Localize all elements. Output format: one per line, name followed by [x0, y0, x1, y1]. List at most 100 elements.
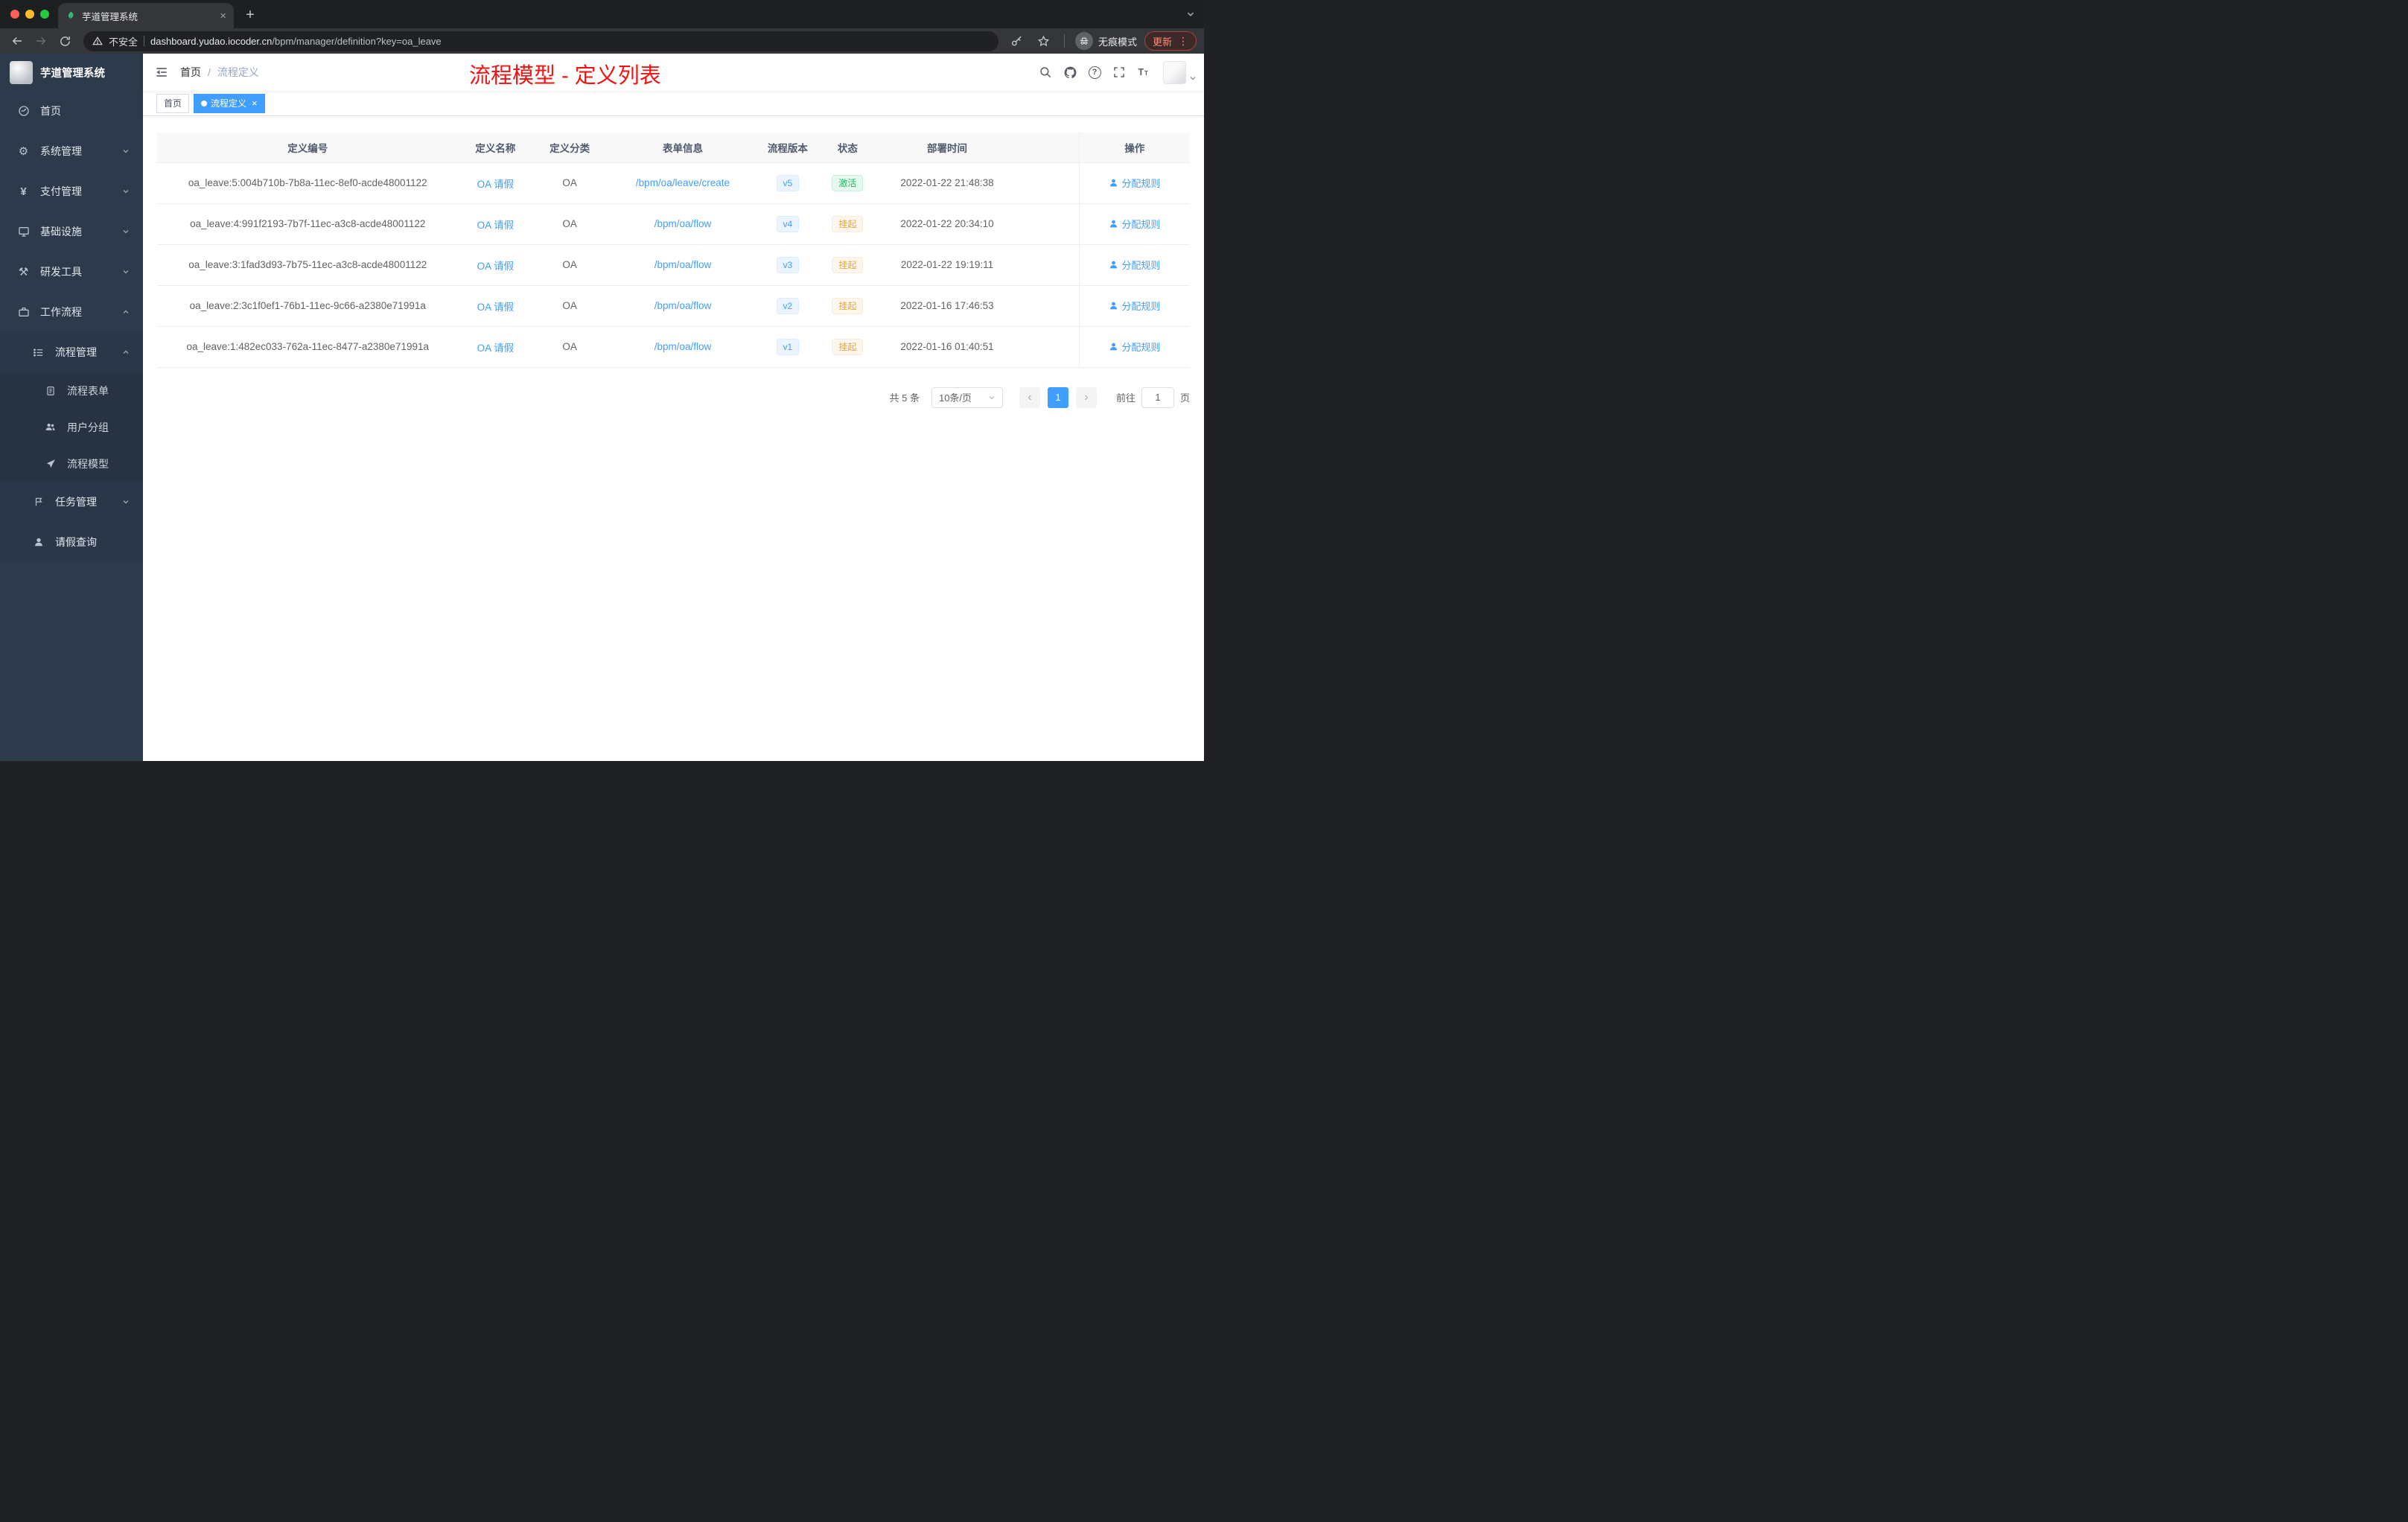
avatar[interactable]: [1163, 60, 1186, 84]
sidebar-item-workflow[interactable]: 工作流程: [0, 292, 143, 332]
form-link[interactable]: /bpm/oa/flow: [654, 259, 712, 270]
browser-tab[interactable]: 芋道管理系统 ×: [58, 3, 234, 28]
sidebar-item-label: 流程管理: [55, 346, 97, 358]
task-icon: [31, 497, 45, 507]
tab-search-icon[interactable]: [1186, 10, 1195, 19]
sidebar-item-label: 支付管理: [40, 185, 82, 197]
sidebar-item-payment[interactable]: ¥ 支付管理: [0, 171, 143, 211]
font-size-icon[interactable]: TT: [1134, 63, 1153, 82]
tab-close-icon[interactable]: ×: [220, 10, 226, 22]
active-dot: [201, 100, 208, 106]
search-icon[interactable]: [1036, 63, 1055, 82]
gear-icon: ⚙: [18, 144, 29, 158]
breadcrumb-home[interactable]: 首页: [180, 65, 201, 80]
chevron-down-icon: [122, 498, 130, 506]
update-button[interactable]: 更新 ⋮: [1144, 31, 1197, 51]
breadcrumb: 首页 / 流程定义: [180, 65, 259, 80]
sidebar-item-label: 首页: [40, 105, 61, 117]
form-link[interactable]: /bpm/oa/flow: [654, 218, 712, 229]
page-url[interactable]: dashboard.yudao.iocoder.cn/bpm/manager/d…: [150, 36, 442, 47]
form-link[interactable]: /bpm/oa/flow: [654, 341, 712, 352]
sidebar-fold-icon[interactable]: [143, 65, 180, 80]
prev-page-button[interactable]: ‹: [1019, 386, 1040, 408]
user-icon: [1110, 261, 1118, 269]
assign-rule-link[interactable]: 分配规则: [1109, 176, 1160, 190]
tag-process-definition[interactable]: 流程定义 ×: [194, 93, 265, 113]
dashboard-icon: [16, 105, 31, 117]
version-badge: v3: [776, 256, 800, 273]
definition-name-link[interactable]: OA 请假: [477, 220, 515, 231]
bookmark-star-icon[interactable]: [1034, 31, 1054, 51]
browser-menu-icon[interactable]: ⋮: [1178, 35, 1188, 48]
sidebar-item-leave-query[interactable]: 请假查询: [0, 522, 143, 562]
assign-rule-link[interactable]: 分配规则: [1109, 340, 1160, 354]
tab-favicon-icon: [66, 10, 76, 21]
help-icon[interactable]: ?: [1085, 63, 1104, 82]
tag-close-icon[interactable]: ×: [252, 98, 258, 109]
tab-strip: 芋道管理系统 × +: [0, 0, 1204, 28]
sidebar-item-process-form[interactable]: 流程表单: [0, 372, 143, 409]
sidebar-item-infrastructure[interactable]: 基础设施: [0, 211, 143, 252]
reload-icon[interactable]: [55, 31, 74, 51]
current-page-button[interactable]: 1: [1047, 386, 1068, 408]
page-goto-input[interactable]: [1141, 386, 1174, 408]
forward-icon[interactable]: [31, 31, 51, 51]
next-page-button[interactable]: ›: [1075, 386, 1097, 408]
sidebar-item-process-management[interactable]: 流程管理: [0, 332, 143, 372]
user-menu[interactable]: [1163, 60, 1197, 84]
fullscreen-icon[interactable]: [1109, 63, 1129, 82]
incognito-label: 无痕模式: [1098, 36, 1137, 48]
window-close-button[interactable]: [10, 10, 19, 19]
page-size-value: 10条/页: [938, 392, 972, 404]
column-header: 定义分类: [532, 133, 608, 163]
password-key-icon[interactable]: [1007, 31, 1027, 51]
page-size-select[interactable]: 10条/页: [931, 386, 1003, 408]
process-management-submenu: 流程表单 用户分组 流程模型: [0, 372, 143, 482]
page-title-annotation: 流程模型 - 定义列表: [469, 64, 661, 88]
column-header: 状态: [816, 133, 879, 163]
browser-chrome: 芋道管理系统 × + 不安全 dashboard.yudao.iocoder.c…: [0, 0, 1204, 54]
warning-icon: [92, 36, 103, 46]
sidebar-item-home[interactable]: 首页: [0, 91, 143, 131]
definition-name-link[interactable]: OA 请假: [477, 261, 515, 272]
pagination-total: 共 5 条: [889, 392, 920, 404]
status-badge: 挂起: [832, 338, 864, 355]
address-bar[interactable]: 不安全 dashboard.yudao.iocoder.cn/bpm/manag…: [83, 31, 998, 51]
tag-home[interactable]: 首页: [156, 93, 190, 113]
status-badge: 挂起: [832, 215, 864, 232]
definition-name-link[interactable]: OA 请假: [477, 302, 515, 313]
github-icon[interactable]: [1060, 63, 1080, 82]
top-navbar: 首页 / 流程定义 流程模型 - 定义列表 ? TT: [143, 54, 1204, 91]
sidebar-item-dev-tools[interactable]: ⚒ 研发工具: [0, 252, 143, 292]
table-row: oa_leave:5:004b710b-7b8a-11ec-8ef0-acde4…: [157, 162, 1190, 204]
definition-id: oa_leave:2:3c1f0ef1-76b1-11ec-9c66-a2380…: [157, 285, 459, 327]
user-icon: [1110, 220, 1118, 228]
status-badge: 挂起: [832, 297, 864, 314]
sidebar-item-label: 用户分组: [67, 421, 109, 433]
window-zoom-button[interactable]: [40, 10, 49, 19]
sidebar-item-user-group[interactable]: 用户分组: [0, 409, 143, 445]
new-tab-button[interactable]: +: [240, 4, 261, 25]
deploy-time: 2022-01-16 17:46:53: [879, 285, 1016, 327]
column-header: 流程版本: [758, 133, 817, 163]
assign-rule-link[interactable]: 分配规则: [1109, 258, 1160, 272]
sidebar-item-system[interactable]: ⚙ 系统管理: [0, 131, 143, 171]
filler-cell: [1016, 244, 1080, 286]
definition-name-link[interactable]: OA 请假: [477, 343, 515, 354]
assign-rule-link[interactable]: 分配规则: [1109, 299, 1160, 313]
form-link[interactable]: /bpm/oa/leave/create: [636, 177, 730, 188]
filler-cell: [1016, 203, 1080, 245]
back-icon[interactable]: [7, 31, 27, 51]
app-window: 芋道管理系统 首页 ⚙ 系统管理 ¥ 支付管理 基础设施 ⚒ 研发工具 工作流程…: [0, 54, 1204, 761]
form-link[interactable]: /bpm/oa/flow: [654, 300, 712, 311]
definition-name-link[interactable]: OA 请假: [477, 179, 515, 190]
url-path: /bpm/manager/definition?key=oa_leave: [272, 35, 442, 47]
sidebar-item-task-management[interactable]: 任务管理: [0, 482, 143, 522]
definition-id: oa_leave:3:1fad3d93-7b75-11ec-a3c8-acde4…: [157, 244, 459, 286]
security-label[interactable]: 不安全: [109, 34, 138, 48]
sidebar-logo[interactable]: 芋道管理系统: [0, 54, 143, 91]
assign-rule-link[interactable]: 分配规则: [1109, 217, 1160, 231]
sidebar-item-process-model[interactable]: 流程模型: [0, 445, 143, 482]
version-badge: v1: [776, 338, 800, 355]
window-minimize-button[interactable]: [25, 10, 34, 19]
